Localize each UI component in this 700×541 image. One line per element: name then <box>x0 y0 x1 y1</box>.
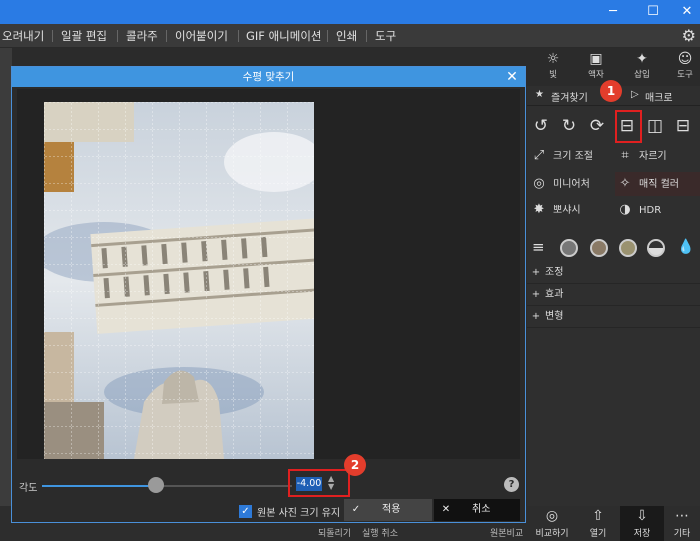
save-button[interactable]: ⇩ 저장 <box>620 506 664 541</box>
download-icon: ⇩ <box>636 508 648 524</box>
soft-glow-tool[interactable]: ✸ 뽀샤시 <box>529 198 614 222</box>
cancel-button[interactable]: ✕ 취소 <box>434 499 520 521</box>
photo-preview <box>44 102 314 459</box>
drop-icon[interactable]: 💧 <box>677 239 694 255</box>
menu-divider <box>117 30 118 42</box>
resize-icon: ⤢ <box>533 148 545 163</box>
close-window-button[interactable]: ✕ <box>670 0 700 24</box>
straighten-dialog: 수평 맞추기 ✕ 각도 -4.00 ▲ ▼ 2 ? ✓ 원본 사진 크기 유지 … <box>11 66 526 523</box>
menu-print[interactable]: 인쇄 <box>336 24 357 48</box>
plus-icon: + <box>531 267 541 278</box>
filter-gray-icon[interactable] <box>560 239 578 257</box>
menu-divider <box>238 30 239 42</box>
apply-button[interactable]: ✓ 적용 <box>344 499 432 521</box>
tools-tool[interactable]: ☺ 도구 <box>670 48 700 88</box>
menu-bar: 오려내기 일괄 편집 콜라주 이어붙이기 GIF 애니메이션 인쇄 도구 ⚙ <box>0 24 700 48</box>
menu-collage[interactable]: 콜라주 <box>126 24 158 48</box>
spin-arrows-icon[interactable]: ▲ ▼ <box>328 475 334 491</box>
angle-slider[interactable] <box>42 485 292 487</box>
more-button[interactable]: ⋯ 기타 <box>664 506 700 541</box>
open-button[interactable]: ⇧ 열기 <box>576 506 620 541</box>
flip-horizontal-icon[interactable]: ◫ <box>643 114 667 138</box>
menu-divider <box>166 30 167 42</box>
menu-divider <box>52 30 53 42</box>
play-icon: ▷ <box>631 89 639 100</box>
section-transform[interactable]: + 변형 <box>527 306 700 328</box>
crop-tool[interactable]: ⌗ 자르기 <box>615 144 700 168</box>
miniature-tool[interactable]: ◎ 미니어처 <box>529 172 614 196</box>
keep-size-label: 원본 사진 크기 유지 <box>257 508 341 519</box>
filter-halftone-icon[interactable] <box>647 239 665 257</box>
compare-button[interactable]: ◎ 비교하기 <box>530 506 574 541</box>
soft-glow-icon: ✸ <box>533 202 545 217</box>
help-icon[interactable]: ? <box>504 477 519 492</box>
filter-warm-icon[interactable] <box>619 239 637 257</box>
angle-input[interactable]: -4.00 <box>296 477 322 491</box>
rotate-free-icon[interactable]: ⟳ <box>585 114 609 138</box>
callout-marker-2: 2 <box>344 454 366 476</box>
resize-tool[interactable]: ⤢ 크기 조절 <box>529 144 614 168</box>
section-effects[interactable]: + 효과 <box>527 284 700 306</box>
compare-original-button[interactable]: 원본비교 <box>490 526 523 539</box>
angle-slider-fill <box>42 485 156 487</box>
maximize-button[interactable]: ☐ <box>636 0 670 24</box>
highlight-straighten <box>615 110 642 143</box>
insert-icon: ✦ <box>636 51 648 67</box>
plus-icon: + <box>531 311 541 322</box>
hdr-tool[interactable]: ◑ HDR <box>615 198 700 222</box>
keep-size-checkbox[interactable]: ✓ <box>239 505 252 518</box>
miniature-icon: ◎ <box>533 176 545 191</box>
dialog-title: 수평 맞추기 <box>12 67 525 87</box>
section-adjust[interactable]: + 조정 <box>527 262 700 284</box>
angle-slider-thumb[interactable] <box>147 477 164 493</box>
menu-gif-animation[interactable]: GIF 애니메이션 <box>246 24 321 48</box>
hdr-icon: ◑ <box>619 202 631 217</box>
menu-stitch[interactable]: 이어붙이기 <box>175 24 228 48</box>
minimize-button[interactable]: ─ <box>596 0 630 24</box>
redo-cancel-button[interactable]: 실행 취소 <box>362 526 398 539</box>
menu-divider <box>327 30 328 42</box>
crop-icon: ⌗ <box>621 148 629 163</box>
menu-batch-edit[interactable]: 일괄 편집 <box>61 24 107 48</box>
highlight-angle: -4.00 ▲ ▼ <box>288 469 350 497</box>
rotate-right-icon[interactable]: ↻ <box>557 114 581 138</box>
callout-marker-1: 1 <box>600 80 622 102</box>
favorites-tab[interactable]: 즐겨찾기 <box>551 89 588 104</box>
gear-icon[interactable]: ⚙ <box>682 26 696 45</box>
menu-divider <box>366 30 367 42</box>
rotate-left-icon[interactable]: ↺ <box>529 114 553 138</box>
flip-vertical-icon[interactable]: ⊟ <box>671 114 695 138</box>
tools-icon: ☺ <box>677 51 693 67</box>
list-icon[interactable]: ≡ <box>532 238 545 256</box>
close-icon[interactable]: ✕ <box>504 67 520 87</box>
macro-tab[interactable]: 매크로 <box>645 89 673 104</box>
star-icon: ★ <box>535 89 544 100</box>
undo-button[interactable]: 되돌리기 <box>318 526 351 539</box>
upload-icon: ⇧ <box>592 508 604 524</box>
more-icon: ⋯ <box>675 508 689 524</box>
x-icon: ✕ <box>441 504 451 515</box>
magic-color-tool[interactable]: ✧ 매직 컬러 <box>615 172 700 196</box>
sun-icon: ☼ <box>546 51 560 67</box>
angle-label: 각도 <box>19 483 38 494</box>
rotate-row: ↺ ↻ ⟳ ⊟ ◫ ⊟ <box>527 108 700 144</box>
insert-tool[interactable]: ✦ 삽입 <box>626 48 658 88</box>
photo-leaning-tower <box>44 102 314 459</box>
right-panel: ★ 즐겨찾기 ▷ 매크로 ↺ ↻ ⟳ ⊟ ◫ ⊟ ⤢ 크기 조절 ⌗ 자르기 ◎ 미니… <box>527 86 700 506</box>
filter-row: ≡ 💧 <box>527 236 700 262</box>
menu-cutout[interactable]: 오려내기 <box>2 24 44 48</box>
filter-sepia-icon[interactable] <box>590 239 608 257</box>
compare-icon: ◎ <box>545 508 559 524</box>
frame-icon: ▣ <box>589 51 603 67</box>
menu-tools[interactable]: 도구 <box>375 24 396 48</box>
window-titlebar: ─ ☐ ✕ <box>0 0 700 24</box>
check-icon: ✓ <box>351 504 361 515</box>
plus-icon: + <box>531 289 541 300</box>
light-tool[interactable]: ☼ 빛 <box>538 48 568 88</box>
magic-color-icon: ✧ <box>619 176 631 191</box>
preview-canvas <box>17 89 520 459</box>
